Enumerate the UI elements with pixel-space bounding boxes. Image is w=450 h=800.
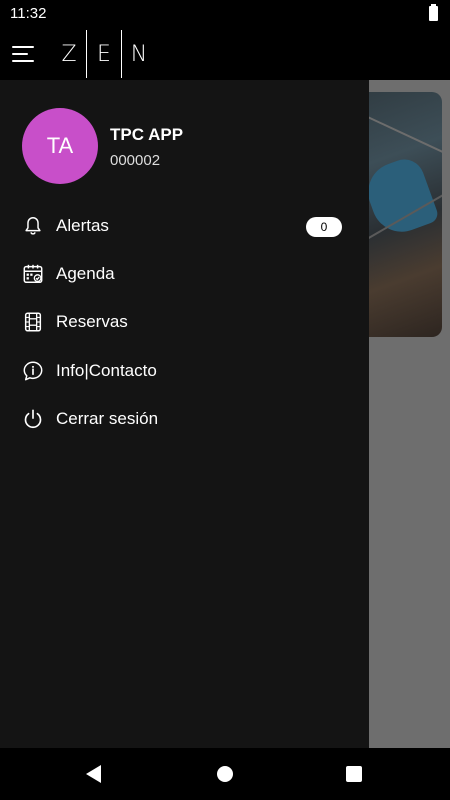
menu-item-label: Alertas <box>56 216 109 235</box>
power-icon <box>24 409 42 429</box>
alert-count-badge: 0 <box>306 217 342 237</box>
logo-letter: E <box>97 41 111 67</box>
player-figure <box>359 153 441 241</box>
menu-item-alertas[interactable]: Alertas 0 <box>0 204 369 248</box>
user-name: TPC APP <box>110 125 184 144</box>
menu-icon[interactable] <box>12 44 36 64</box>
battery-icon <box>429 4 438 21</box>
menu-item-label: Cerrar sesión <box>56 409 159 428</box>
zen-logo: Z E N <box>52 28 156 80</box>
info-bubble-icon <box>23 361 43 381</box>
system-nav-bar <box>0 748 450 800</box>
app-bar: Z E N <box>0 28 450 80</box>
navigation-drawer: TA TPC APP 000002 Alertas 0 Agenda Reser… <box>0 80 369 748</box>
logo-letter: N <box>130 41 148 67</box>
menu-item-agenda[interactable]: Agenda <box>0 252 369 296</box>
home-icon[interactable] <box>217 766 233 782</box>
user-id: 000002 <box>110 152 161 169</box>
menu-item-info-contacto[interactable]: Info|Contacto <box>0 349 369 393</box>
menu-item-label: Reservas <box>56 312 128 331</box>
avatar[interactable]: TA <box>22 108 98 184</box>
menu-item-cerrar-sesion[interactable]: Cerrar sesión <box>0 397 369 441</box>
recent-apps-icon[interactable] <box>346 766 362 782</box>
film-strip-icon <box>24 312 42 332</box>
back-icon[interactable] <box>86 765 101 783</box>
status-time: 11:32 <box>10 5 47 22</box>
calendar-check-icon <box>23 264 43 283</box>
bell-icon <box>25 217 41 235</box>
menu-item-label: Info|Contacto <box>56 361 157 380</box>
menu-item-label: Agenda <box>56 264 115 283</box>
menu-item-reservas[interactable]: Reservas <box>0 300 369 344</box>
logo-letter: Z <box>61 41 77 67</box>
status-bar: 11:32 <box>0 0 450 28</box>
